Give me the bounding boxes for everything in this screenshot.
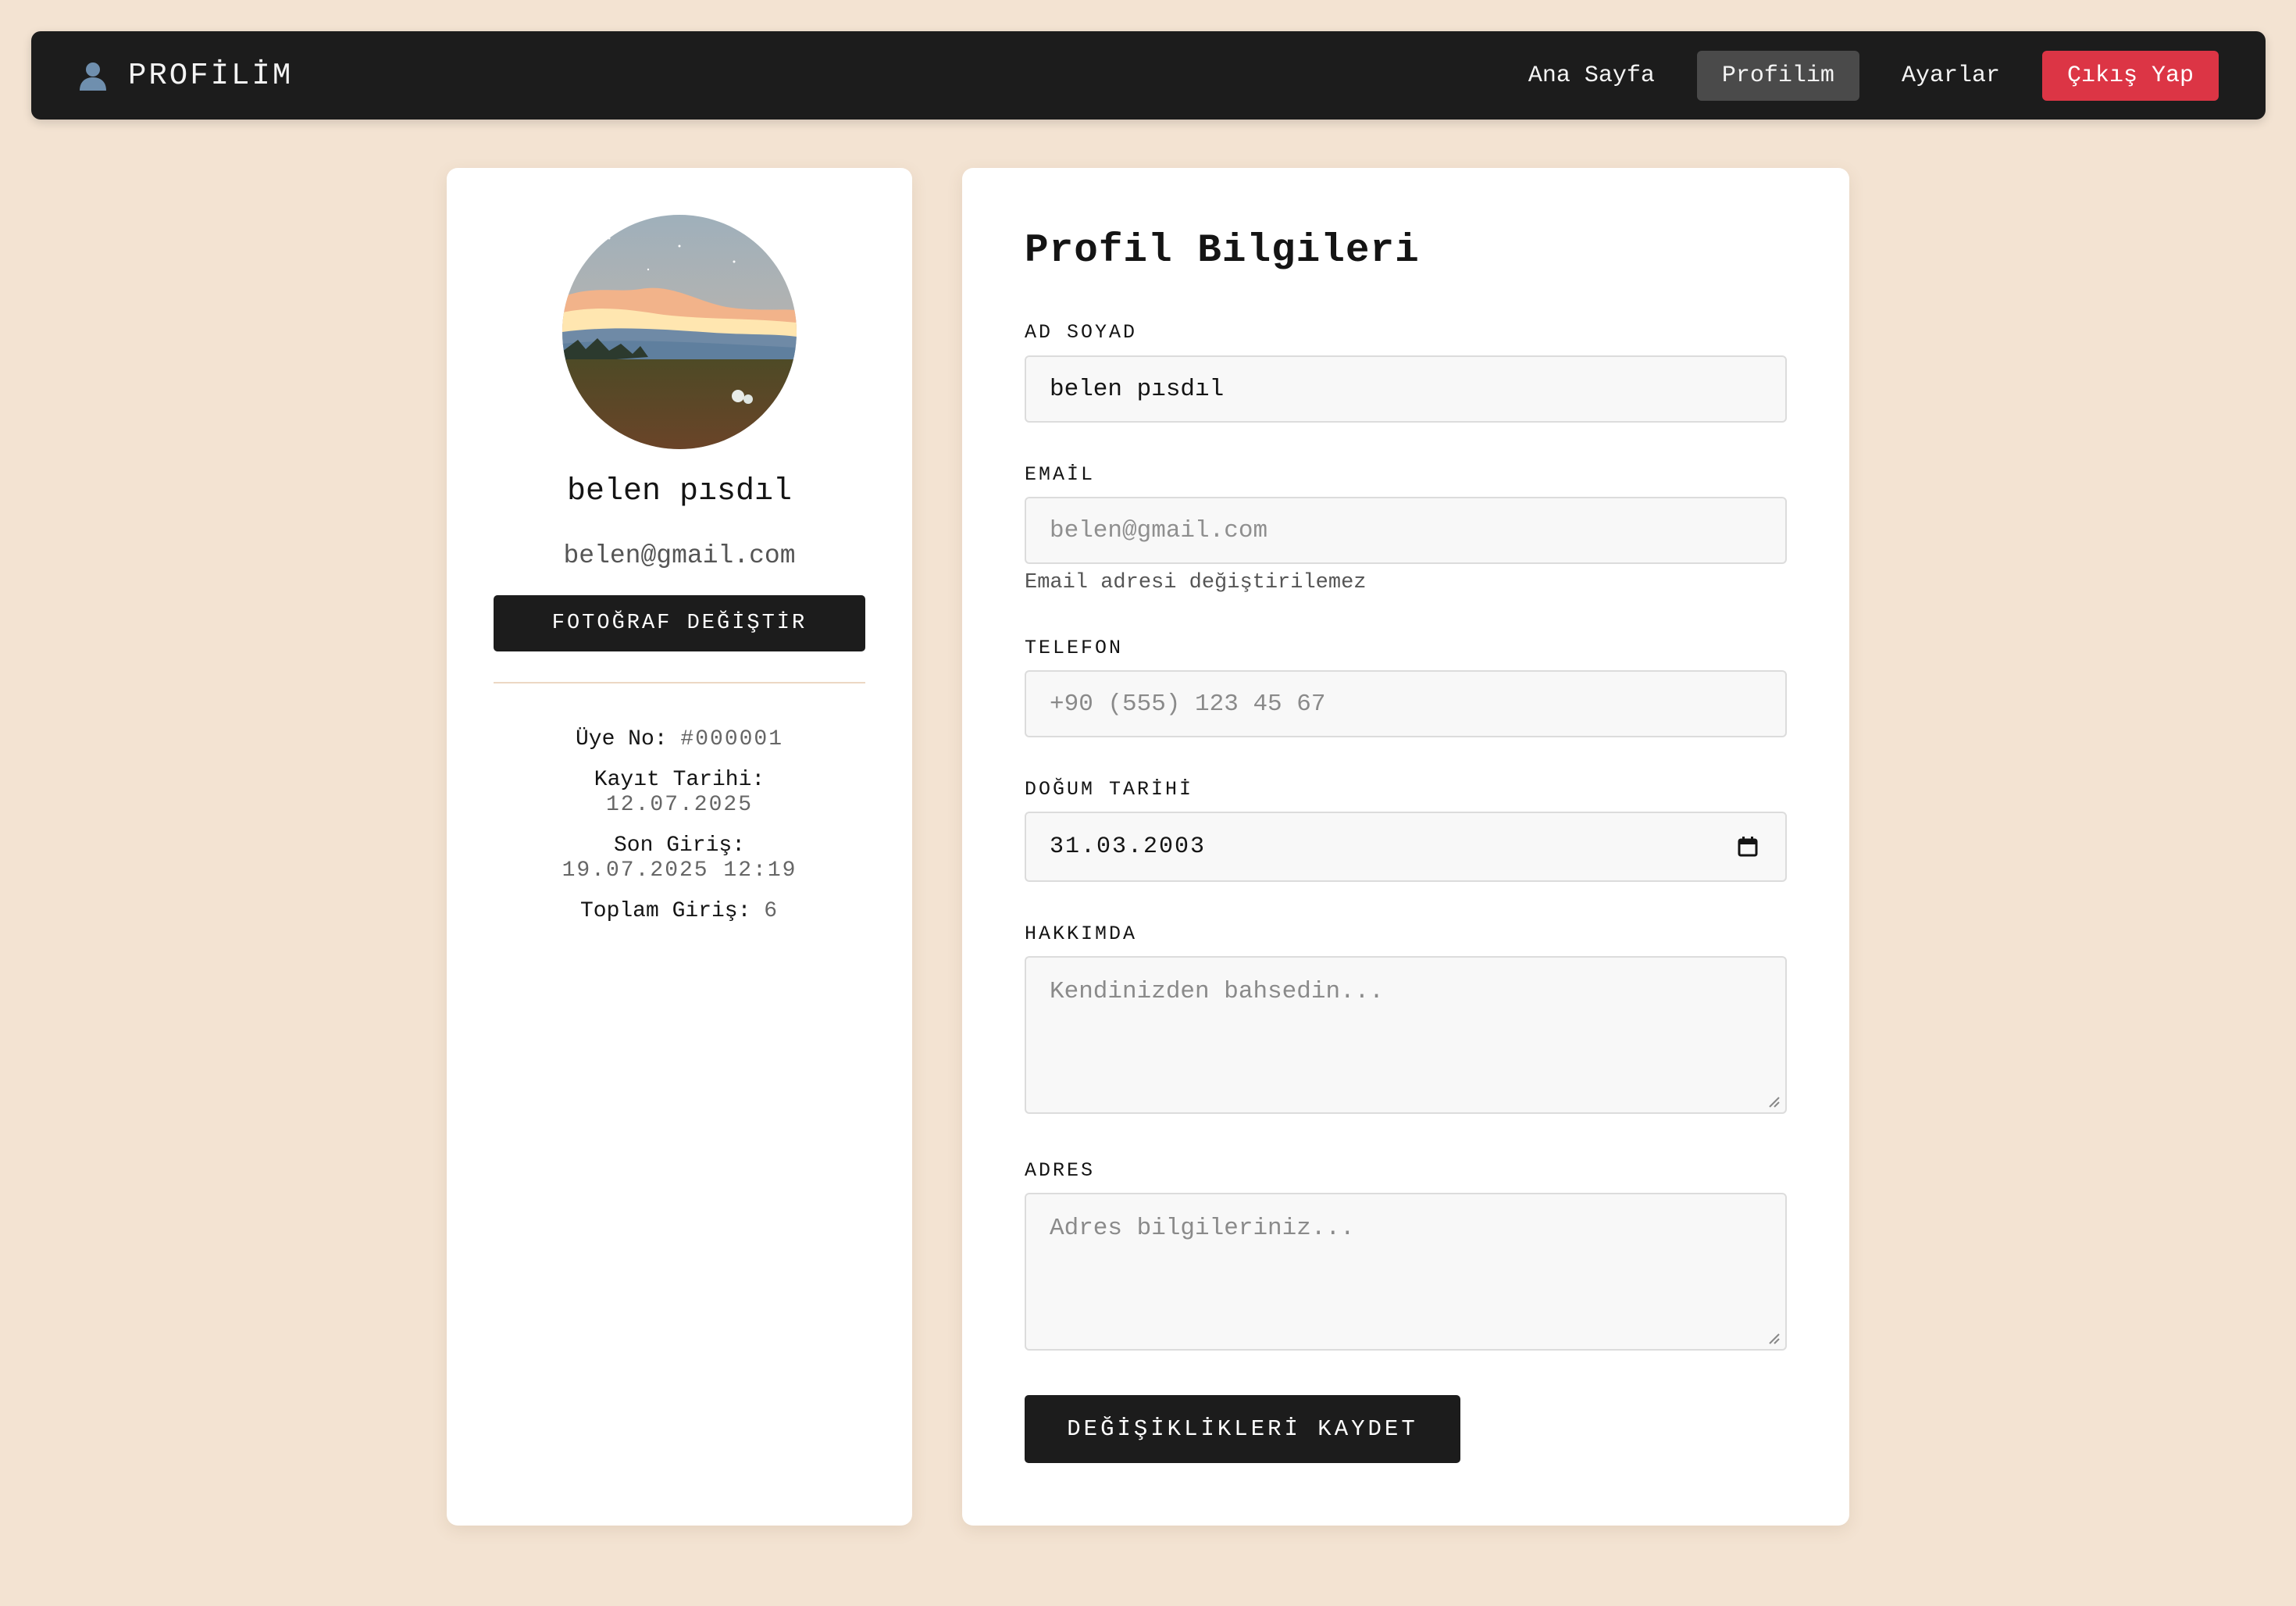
avatar-landscape-image	[562, 215, 797, 449]
stat-total-logins: Toplam Giriş: 6	[447, 899, 912, 924]
about-textarea[interactable]	[1025, 956, 1787, 1114]
stat-member-no-label: Üye No:	[575, 727, 668, 751]
email-field[interactable]	[1025, 497, 1787, 564]
profile-form-card: Profil Bilgileri AD SOYAD EMAİL Email ad…	[962, 168, 1849, 1526]
nav-link-profile[interactable]: Profilim	[1696, 50, 1859, 101]
nav-links: Ana Sayfa Profilim Ayarlar Çıkış Yap	[1503, 31, 2219, 120]
stat-member-no-value: #000001	[680, 727, 784, 751]
about-label: HAKKIMDA	[1025, 923, 1138, 945]
email-label: EMAİL	[1025, 463, 1096, 486]
profile-card: belen pısdıl belen@gmail.com FOTOĞRAF DE…	[447, 168, 912, 1526]
calendar-icon[interactable]	[1737, 836, 1759, 858]
profile-email: belen@gmail.com	[563, 541, 796, 570]
profile-name: belen pısdıl	[566, 474, 793, 509]
stat-last-login-label: Son Giriş:	[613, 833, 746, 858]
birthdate-input[interactable]: 31.03.2003	[1025, 812, 1787, 882]
save-changes-button[interactable]: DEĞİŞİKLİKLERİ KAYDET	[1025, 1395, 1460, 1463]
stat-member-no: Üye No: #000001	[447, 727, 912, 752]
address-label: ADRES	[1025, 1159, 1096, 1182]
stat-registered-value: 12.07.2025	[605, 793, 754, 817]
phone-label: TELEFON	[1025, 637, 1124, 659]
stat-total-logins-label: Toplam Giriş:	[579, 899, 751, 923]
nav-link-settings[interactable]: Ayarlar	[1877, 51, 2025, 101]
form-title: Profil Bilgileri	[1025, 229, 1420, 273]
resize-grip-icon[interactable]	[1767, 1094, 1781, 1108]
email-helper-text: Email adresi değiştirilemez	[1025, 571, 1367, 594]
phone-input[interactable]	[1025, 670, 1787, 737]
stat-last-login: Son Giriş: 19.07.2025 12:19	[447, 833, 912, 883]
user-icon	[80, 62, 106, 91]
nav-link-home[interactable]: Ana Sayfa	[1503, 51, 1680, 101]
stat-registered-label: Kayıt Tarihi:	[594, 768, 765, 792]
change-photo-button[interactable]: FOTOĞRAF DEĞİŞTİR	[494, 595, 865, 651]
logout-button[interactable]: Çıkış Yap	[2041, 50, 2219, 101]
address-textarea[interactable]	[1025, 1193, 1787, 1351]
brand-title: PROFİLİM	[128, 58, 294, 93]
stat-registered: Kayıt Tarihi: 12.07.2025	[447, 768, 912, 818]
stat-total-logins-value: 6	[764, 899, 779, 923]
stat-last-login-value: 19.07.2025 12:19	[562, 858, 797, 883]
avatar	[562, 215, 797, 449]
brand[interactable]: PROFİLİM	[77, 31, 293, 120]
birthdate-value[interactable]: 31.03.2003	[1025, 812, 1787, 882]
fullname-input[interactable]	[1025, 355, 1787, 423]
birthdate-label: DOĞUM TARİHİ	[1025, 778, 1194, 801]
divider	[494, 682, 865, 683]
top-navbar: PROFİLİM Ana Sayfa Profilim Ayarlar Çıkı…	[31, 31, 2266, 120]
fullname-label: AD SOYAD	[1025, 321, 1138, 344]
resize-grip-icon[interactable]	[1767, 1331, 1781, 1345]
